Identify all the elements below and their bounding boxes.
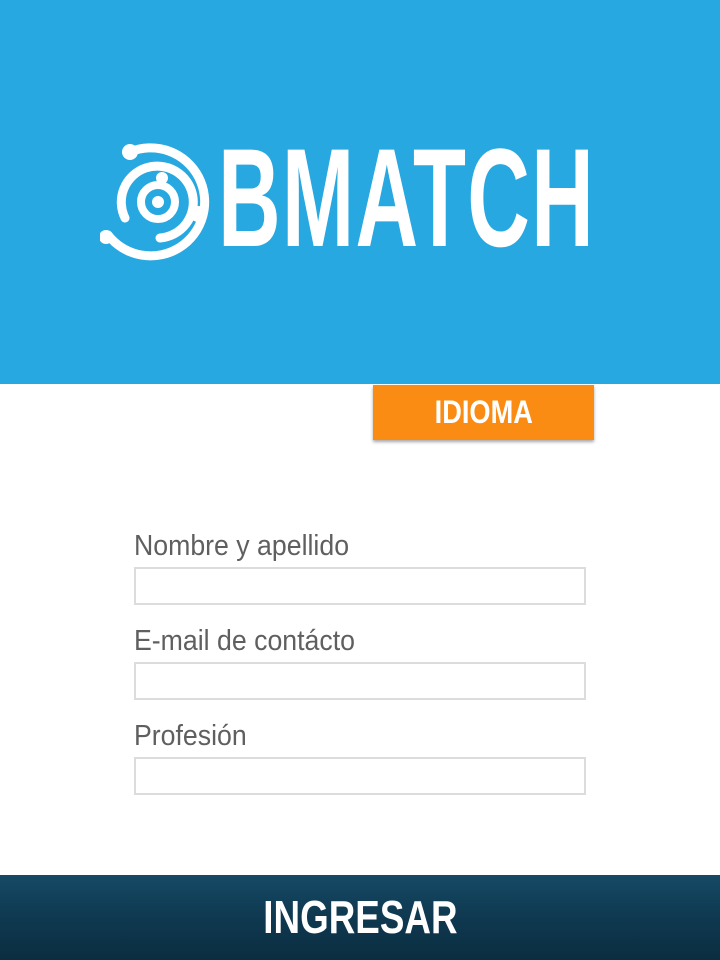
registration-form: Nombre y apellido E-mail de contácto Pro…: [134, 528, 586, 813]
email-field[interactable]: [134, 662, 586, 700]
orbit-logo-icon: [100, 143, 210, 261]
submit-button-label: INGRESAR: [262, 891, 458, 943]
profession-field[interactable]: [134, 757, 586, 795]
brand-wordmark: BMATCH: [218, 119, 596, 276]
name-field-label: Nombre y apellido: [134, 530, 350, 562]
name-field-group: Nombre y apellido: [134, 528, 586, 605]
language-button[interactable]: IDIOMA: [373, 385, 594, 440]
profession-field-group: Profesión: [134, 718, 586, 795]
name-field[interactable]: [134, 567, 586, 605]
submit-button[interactable]: INGRESAR: [0, 875, 720, 960]
language-button-label: IDIOMA: [434, 394, 533, 430]
header-banner: BMATCH: [0, 0, 720, 384]
brand-logo: BMATCH: [100, 128, 600, 280]
profession-field-label: Profesión: [134, 720, 247, 752]
login-screen: BMATCH IDIOMA Nombre y apellido E-mail d…: [0, 0, 720, 960]
email-field-group: E-mail de contácto: [134, 623, 586, 700]
email-field-label: E-mail de contácto: [134, 625, 355, 657]
